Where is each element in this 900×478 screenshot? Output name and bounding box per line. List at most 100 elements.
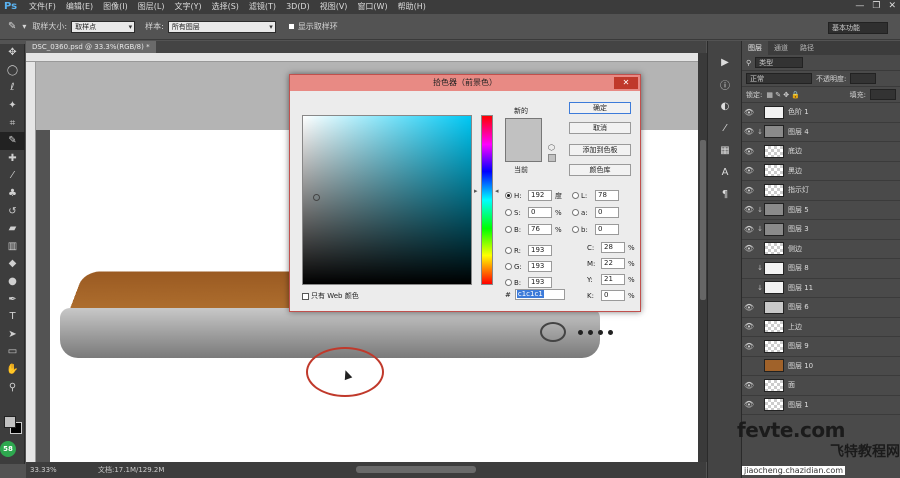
- layer-name[interactable]: 图层 11: [788, 283, 813, 293]
- menu-layer[interactable]: 图层(L): [133, 0, 170, 14]
- character-icon[interactable]: A: [708, 161, 742, 183]
- web-colors-only[interactable]: 只有 Web 颜色: [302, 291, 359, 301]
- green-radio[interactable]: [505, 263, 512, 270]
- saturation-radio[interactable]: [505, 209, 512, 216]
- menu-image[interactable]: 图像(I): [98, 0, 133, 14]
- lasso-tool-icon[interactable]: ℓ: [0, 79, 25, 97]
- layer-thumbnail[interactable]: [764, 359, 784, 373]
- foreground-color[interactable]: [4, 416, 16, 428]
- layer-name[interactable]: 图层 5: [788, 205, 809, 215]
- tab-paths[interactable]: 路径: [794, 41, 820, 55]
- layer-row[interactable]: 👁 图层 6: [742, 298, 900, 318]
- saturation-input[interactable]: 0: [528, 207, 552, 218]
- lab-a-radio[interactable]: [572, 209, 579, 216]
- lock-icons[interactable]: ▦ ✎ ✥ 🔒: [766, 91, 800, 99]
- paragraph-icon[interactable]: ¶: [708, 183, 742, 205]
- layer-thumbnail[interactable]: [764, 164, 784, 178]
- layer-name[interactable]: 黑边: [788, 166, 802, 176]
- menu-view[interactable]: 视图(V): [315, 0, 353, 14]
- fill-field[interactable]: [870, 89, 896, 100]
- eye-icon[interactable]: 👁: [742, 147, 756, 156]
- opacity-field[interactable]: [850, 73, 877, 84]
- hex-input[interactable]: c1c1c1: [514, 289, 565, 300]
- healing-tool-icon[interactable]: ✚: [0, 150, 25, 168]
- eye-icon[interactable]: 👁: [742, 303, 756, 312]
- marquee-tool-icon[interactable]: ◯: [0, 62, 25, 80]
- layer-row[interactable]: 👁 侧边: [742, 240, 900, 259]
- gradient-tool-icon[interactable]: ▥: [0, 238, 25, 256]
- clone-source-icon[interactable]: ▦: [708, 139, 742, 161]
- minimize-icon[interactable]: —: [855, 1, 864, 11]
- path-select-icon[interactable]: ➤: [0, 326, 25, 344]
- layer-thumbnail[interactable]: [764, 261, 784, 275]
- color-field[interactable]: [302, 115, 472, 285]
- zoom-tool-icon[interactable]: ⚲: [0, 378, 25, 396]
- eye-icon[interactable]: 👁: [742, 166, 756, 175]
- cube-icon[interactable]: ⬡: [548, 143, 555, 152]
- crop-tool-icon[interactable]: ⌗: [0, 114, 25, 132]
- vertical-scroll-thumb[interactable]: [700, 140, 706, 300]
- layer-name[interactable]: 色阶 1: [788, 107, 809, 117]
- eye-icon[interactable]: 👁: [742, 342, 756, 351]
- layer-row[interactable]: 👁 ↓ 图层 5: [742, 201, 900, 220]
- layer-thumbnail[interactable]: [764, 125, 784, 139]
- sample-size-select[interactable]: 取样点: [71, 20, 136, 33]
- blue-input[interactable]: 193: [528, 277, 552, 288]
- close-icon[interactable]: ✕: [888, 1, 896, 11]
- menu-window[interactable]: 窗口(W): [352, 0, 392, 14]
- layer-row[interactable]: 👁 ↓ 图层 4: [742, 123, 900, 142]
- layer-thumbnail[interactable]: [764, 300, 784, 314]
- black-input[interactable]: 0: [601, 290, 625, 301]
- eye-icon[interactable]: 👁: [742, 400, 756, 409]
- lab-b-radio[interactable]: [572, 226, 579, 233]
- layer-row[interactable]: 👁 指示灯: [742, 181, 900, 201]
- play-icon[interactable]: ▶: [708, 51, 742, 73]
- foreground-background-swatch[interactable]: [2, 414, 24, 436]
- layer-name[interactable]: 侧边: [788, 244, 802, 254]
- layer-thumbnail[interactable]: [764, 398, 784, 412]
- tool-preset-arrow-icon[interactable]: ▾: [22, 22, 26, 31]
- pen-tool-icon[interactable]: ✒: [0, 290, 25, 308]
- lab-l-input[interactable]: 78: [595, 190, 619, 201]
- layer-name[interactable]: 图层 10: [788, 361, 813, 371]
- layer-name[interactable]: 图层 6: [788, 302, 809, 312]
- color-field-marker[interactable]: [313, 194, 320, 201]
- workspace-select[interactable]: 基本功能: [828, 22, 888, 34]
- eye-icon[interactable]: 👁: [742, 205, 756, 214]
- eye-icon[interactable]: 👁: [742, 244, 756, 253]
- zoom-level[interactable]: 33.33%: [30, 466, 64, 474]
- layer-thumbnail[interactable]: [764, 183, 784, 197]
- add-to-swatches-button[interactable]: 添加到色板: [569, 144, 631, 156]
- layer-thumbnail[interactable]: [764, 242, 784, 256]
- hue-radio[interactable]: [505, 192, 512, 199]
- eye-icon[interactable]: 👁: [742, 264, 756, 273]
- menu-3d[interactable]: 3D(D): [281, 0, 315, 14]
- blend-mode-select[interactable]: 正常: [746, 73, 812, 84]
- hue-input[interactable]: 192: [528, 190, 552, 201]
- layer-row[interactable]: 👁↓ 图层 8: [742, 259, 900, 279]
- eye-icon[interactable]: 👁: [742, 381, 756, 390]
- cancel-button[interactable]: 取消: [569, 122, 631, 134]
- layer-row[interactable]: 👁 底边: [742, 142, 900, 162]
- layer-name[interactable]: 面: [788, 380, 795, 390]
- layer-thumbnail[interactable]: [764, 320, 784, 334]
- ok-button[interactable]: 确定: [569, 102, 631, 114]
- eye-icon[interactable]: 👁: [742, 108, 756, 117]
- hue-arrow-left-icon[interactable]: ▸: [474, 187, 478, 195]
- layer-row[interactable]: 👁 黑边: [742, 162, 900, 181]
- eye-icon[interactable]: 👁: [742, 186, 756, 195]
- tab-channels[interactable]: 通道: [768, 41, 794, 55]
- stamp-tool-icon[interactable]: ♣: [0, 185, 25, 203]
- eye-icon[interactable]: 👁: [742, 283, 756, 292]
- document-tab[interactable]: DSC_0360.psd @ 33.3%(RGB/8) *: [26, 41, 156, 53]
- show-ring-checkbox[interactable]: [287, 23, 295, 30]
- blur-tool-icon[interactable]: ◆: [0, 255, 25, 273]
- eye-icon[interactable]: 👁: [742, 361, 756, 370]
- menu-filter[interactable]: 滤镜(T): [244, 0, 281, 14]
- hand-tool-icon[interactable]: ✋: [0, 361, 25, 379]
- layer-thumbnail[interactable]: [764, 105, 784, 119]
- layer-name[interactable]: 图层 9: [788, 341, 809, 351]
- brightness-radio[interactable]: [505, 226, 512, 233]
- color-libraries-button[interactable]: 颜色库: [569, 164, 631, 176]
- web-safe-swatch[interactable]: [548, 154, 556, 162]
